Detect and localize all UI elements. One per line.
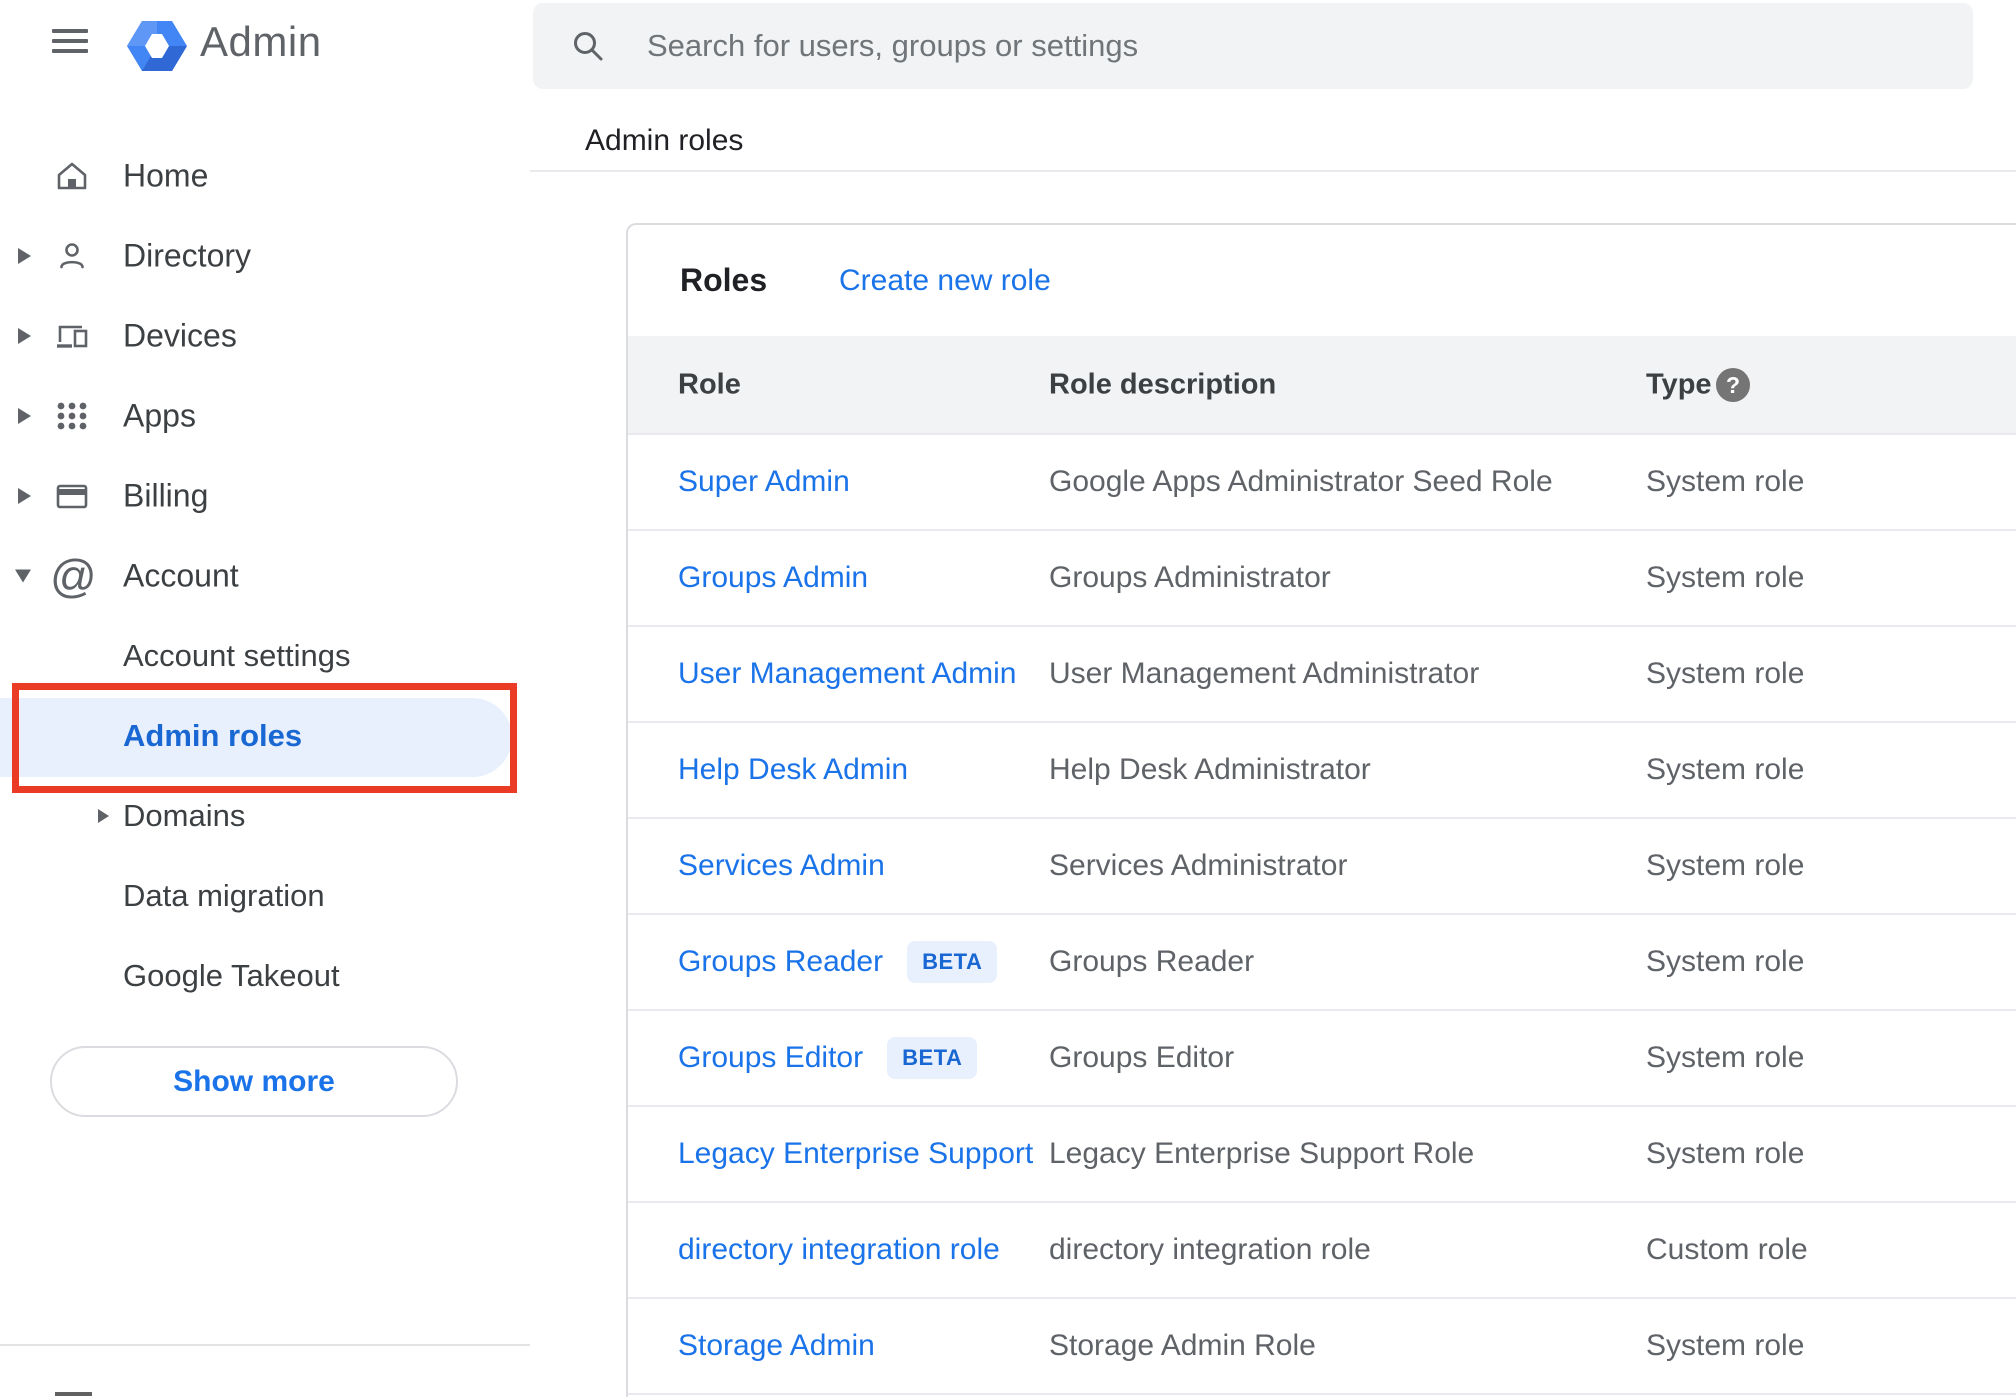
table-row: User Management Admin User Management Ad… bbox=[628, 627, 2016, 723]
menu-hamburger-icon[interactable] bbox=[52, 29, 88, 53]
expand-arrow-icon[interactable] bbox=[18, 328, 31, 344]
role-type: System role bbox=[1646, 849, 1805, 882]
help-icon[interactable]: ? bbox=[1716, 367, 1750, 402]
role-type: System role bbox=[1646, 657, 1805, 690]
role-type: System role bbox=[1646, 1329, 1805, 1362]
sidebar-item-label: Devices bbox=[123, 317, 237, 354]
apps-grid-icon bbox=[54, 398, 90, 434]
collapse-arrow-icon[interactable] bbox=[15, 569, 31, 583]
sidebar-item-label: Billing bbox=[123, 477, 209, 514]
expand-arrow-icon[interactable] bbox=[98, 809, 109, 823]
admin-logo-icon bbox=[127, 19, 187, 73]
breadcrumb: Admin roles bbox=[585, 124, 744, 157]
role-type: System role bbox=[1646, 465, 1805, 498]
role-link[interactable]: Legacy Enterprise Support bbox=[678, 1137, 1033, 1171]
role-type: System role bbox=[1646, 945, 1805, 978]
role-description: Help Desk Administrator bbox=[1049, 753, 1371, 786]
content-divider bbox=[530, 170, 2016, 172]
expand-arrow-icon[interactable] bbox=[18, 248, 31, 264]
role-link[interactable]: Services Admin bbox=[678, 849, 885, 883]
beta-badge: BETA bbox=[887, 1037, 978, 1079]
role-description: directory integration role bbox=[1049, 1233, 1371, 1266]
role-link[interactable]: directory integration role bbox=[678, 1233, 1000, 1267]
role-link[interactable]: Help Desk Admin bbox=[678, 753, 908, 787]
table-row: Groups Admin Groups Administrator System… bbox=[628, 531, 2016, 627]
role-description: Google Apps Administrator Seed Role bbox=[1049, 465, 1553, 498]
role-type: System role bbox=[1646, 561, 1805, 594]
table-header: Role Role description Type ? bbox=[628, 336, 2016, 433]
sidebar-item-data-migration[interactable]: Data migration bbox=[0, 856, 530, 936]
search-input[interactable]: Search for users, groups or settings bbox=[533, 3, 1973, 89]
role-link[interactable]: Storage Admin bbox=[678, 1329, 875, 1363]
sidebar-item-home[interactable]: Home bbox=[0, 136, 530, 216]
roles-card: Roles Create new role Role Role descript… bbox=[626, 223, 2016, 1397]
role-description: Groups Editor bbox=[1049, 1041, 1235, 1074]
sidebar-item-label: Apps bbox=[123, 397, 196, 434]
table-row: Legacy Enterprise Support Legacy Enterpr… bbox=[628, 1107, 2016, 1203]
role-link[interactable]: Super Admin bbox=[678, 465, 850, 499]
sidebar-subitem-label-selected: Admin roles bbox=[123, 718, 303, 753]
expand-arrow-icon[interactable] bbox=[18, 488, 31, 504]
column-header-type: Type bbox=[1646, 368, 1712, 400]
table-row: Groups Editor BETA Groups Editor System … bbox=[628, 1011, 2016, 1107]
role-description: Services Administrator bbox=[1049, 849, 1348, 882]
table-row: Storage Admin Storage Admin Role System … bbox=[628, 1299, 2016, 1395]
sidebar-item-account[interactable]: @ Account bbox=[0, 536, 530, 616]
roles-table: Super Admin Google Apps Administrator Se… bbox=[628, 433, 2016, 1395]
sidebar-nav: Home Directory Devices Apps Billing @ Ac… bbox=[0, 136, 530, 1016]
role-description: Groups Reader bbox=[1049, 945, 1255, 978]
role-link-with-badge[interactable]: Groups Editor BETA bbox=[678, 1037, 978, 1079]
sidebar-item-domains[interactable]: Domains bbox=[0, 776, 530, 856]
table-row: Help Desk Admin Help Desk Administrator … bbox=[628, 723, 2016, 819]
expand-arrow-icon[interactable] bbox=[18, 408, 31, 424]
role-description: Legacy Enterprise Support Role bbox=[1049, 1137, 1475, 1170]
sidebar-subitem-label: Data migration bbox=[123, 878, 325, 913]
column-header-role: Role bbox=[678, 368, 741, 400]
table-row: Super Admin Google Apps Administrator Se… bbox=[628, 435, 2016, 531]
role-type: System role bbox=[1646, 753, 1805, 786]
sidebar-item-billing[interactable]: Billing bbox=[0, 456, 530, 536]
search-icon bbox=[574, 32, 603, 61]
sidebar-bottom-divider bbox=[0, 1344, 530, 1346]
table-row: directory integration role directory int… bbox=[628, 1203, 2016, 1299]
sidebar: Admin Home Directory Devices Apps Billin… bbox=[0, 0, 530, 1396]
table-row: Services Admin Services Administrator Sy… bbox=[628, 819, 2016, 915]
role-type: System role bbox=[1646, 1041, 1805, 1074]
sidebar-subitem-label: Domains bbox=[123, 798, 246, 833]
role-description: User Management Administrator bbox=[1049, 657, 1480, 690]
sidebar-subitem-label: Account settings bbox=[123, 638, 351, 673]
create-new-role-link[interactable]: Create new role bbox=[839, 225, 1051, 336]
sidebar-subitem-label: Google Takeout bbox=[123, 958, 340, 993]
cutoff-sidebar-icon bbox=[55, 1392, 92, 1396]
sidebar-item-apps[interactable]: Apps bbox=[0, 376, 530, 456]
role-link-with-badge[interactable]: Groups Reader BETA bbox=[678, 941, 998, 983]
column-header-description: Role description bbox=[1049, 368, 1277, 400]
role-description: Groups Administrator bbox=[1049, 561, 1331, 594]
role-link[interactable]: Groups Reader bbox=[678, 945, 883, 979]
role-type: Custom role bbox=[1646, 1233, 1808, 1266]
role-link[interactable]: Groups Admin bbox=[678, 561, 868, 595]
sidebar-item-label: Directory bbox=[123, 237, 252, 274]
role-link[interactable]: User Management Admin bbox=[678, 657, 1017, 691]
sidebar-item-label: Account bbox=[123, 557, 239, 594]
show-more-button[interactable]: Show more bbox=[50, 1046, 458, 1117]
devices-icon bbox=[54, 318, 90, 354]
role-description: Storage Admin Role bbox=[1049, 1329, 1316, 1362]
home-icon bbox=[54, 158, 90, 194]
credit-card-icon bbox=[54, 478, 90, 514]
table-row: Groups Reader BETA Groups Reader System … bbox=[628, 915, 2016, 1011]
role-link[interactable]: Groups Editor bbox=[678, 1041, 863, 1075]
card-title: Roles bbox=[680, 262, 768, 298]
sidebar-item-directory[interactable]: Directory bbox=[0, 216, 530, 296]
sidebar-item-account-settings[interactable]: Account settings bbox=[0, 616, 530, 696]
at-icon: @ bbox=[50, 550, 97, 602]
product-name: Admin bbox=[200, 18, 322, 65]
person-icon bbox=[54, 238, 90, 274]
sidebar-item-label: Home bbox=[123, 157, 209, 194]
sidebar-item-devices[interactable]: Devices bbox=[0, 296, 530, 376]
search-placeholder: Search for users, groups or settings bbox=[647, 28, 1139, 63]
beta-badge: BETA bbox=[907, 941, 998, 983]
role-type: System role bbox=[1646, 1137, 1805, 1170]
sidebar-item-google-takeout[interactable]: Google Takeout bbox=[0, 936, 530, 1016]
